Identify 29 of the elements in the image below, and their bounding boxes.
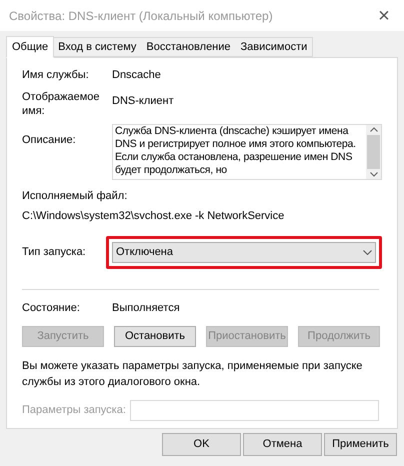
field-label: Тип запуска: (22, 245, 87, 260)
field-label: Отображаемое имя: (22, 90, 101, 118)
status-value: Выполняется (112, 301, 180, 316)
chevron-down-icon (363, 250, 372, 255)
field-label: Имя службы: (22, 68, 90, 83)
executable-path: C:\Windows\system32\svchost.exe -k NetworkService (22, 208, 286, 224)
description-text: Служба DNS-клиента (dnscache) кэширует имена DNS и регистрирует полное имя этого компьютера. Если служба остановлена, разрешение имен DNS будет продолжаться, но (114, 125, 357, 178)
startup-type-dropdown[interactable]: Отключена (112, 242, 376, 263)
field-label: Исполняемый файл: (22, 189, 128, 204)
field-label: Параметры запуска: (22, 402, 126, 418)
tab[interactable]: Восстановление (141, 37, 237, 57)
dialog-button[interactable]: Отмена (243, 433, 322, 456)
hint-text: Вы можете указать параметры запуска, применяемые при запуске службы из этого диалогового окна. (22, 358, 364, 390)
scrollbar[interactable] (366, 125, 381, 179)
field-label: Описание: (22, 133, 77, 148)
tab[interactable]: Зависимости (236, 37, 314, 57)
close-button[interactable]: × (374, 6, 394, 26)
dialog-button[interactable]: OK (162, 433, 241, 456)
scroll-up-icon[interactable] (370, 127, 378, 132)
scroll-thumb[interactable] (367, 135, 380, 169)
field-label: Состояние: (22, 301, 81, 316)
tab[interactable]: Общие (6, 36, 54, 58)
window-title: Свойства: DNS-клиент (Локальный компьютер) (9, 8, 273, 24)
tab[interactable]: Вход в систему (53, 37, 142, 57)
dialog-button[interactable]: Применить (324, 433, 397, 456)
field-value: DNS-клиент (112, 94, 174, 109)
field-value: Dnscache (112, 68, 161, 83)
scroll-down-icon[interactable] (370, 172, 378, 177)
service-button[interactable]: Остановить (114, 326, 196, 346)
